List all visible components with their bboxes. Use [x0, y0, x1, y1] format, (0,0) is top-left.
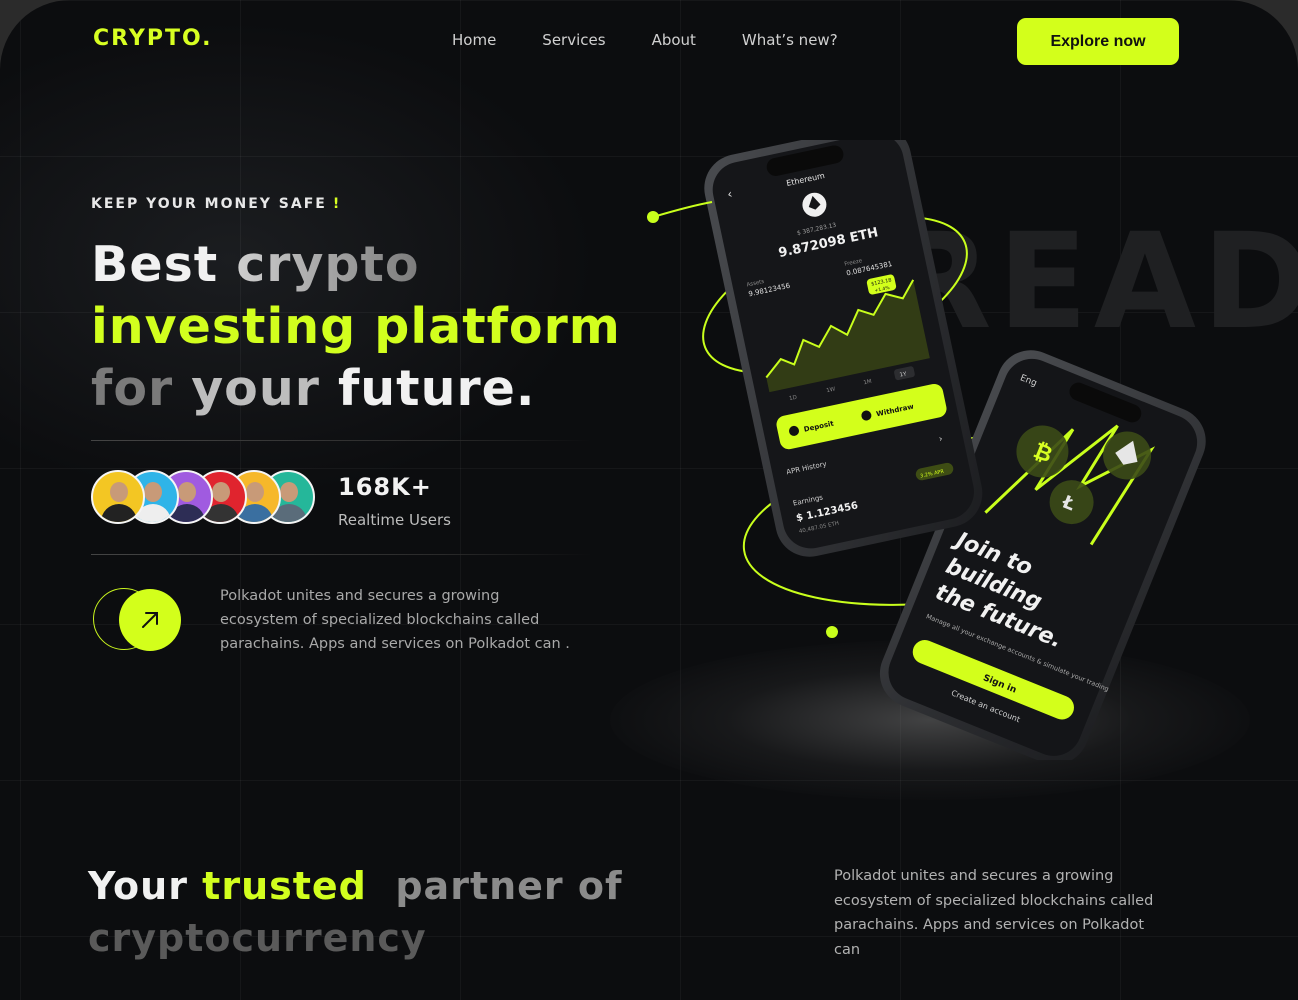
phones-illustration: Eng ₿ Ł Join to building the future. Man… [647, 140, 1206, 760]
nav-item-about[interactable]: About [652, 31, 696, 49]
user-avatars [91, 470, 315, 524]
avatar-body [101, 504, 137, 522]
hero-line-1: Best crypto [91, 234, 621, 296]
hero-line-3: for your future. [91, 358, 621, 420]
hero-word-crypto: crypto [236, 236, 420, 293]
section2-description: Polkadot unites and secures a growing ec… [834, 868, 1154, 958]
hero-eyebrow: KEEP YOUR MONEY SAFE! [91, 196, 341, 212]
avatar-head [280, 482, 298, 502]
avatar-head [144, 482, 162, 502]
exclamation-mark: ! [332, 196, 342, 212]
divider-bottom [91, 554, 591, 555]
nav-item-services[interactable]: Services [542, 31, 605, 49]
eyebrow-text: KEEP YOUR MONEY SAFE [91, 196, 327, 212]
nav-item-whats-new[interactable]: What’s new? [742, 31, 838, 49]
phone-wallet: ‹ Ethereum $ 387,283.13 9.872098 ETH Ass… [704, 140, 983, 557]
hero-word-your: your [191, 360, 320, 417]
users-count: 168K+ [338, 473, 432, 501]
hero-description: Polkadot unites and secures a growing ec… [220, 588, 570, 652]
landing-page: READ CRYPTO. Home Services About What’s … [0, 0, 1298, 1000]
divider-top [91, 440, 591, 441]
orbit-dot-bottom [826, 626, 838, 638]
nav-item-home[interactable]: Home [452, 31, 496, 49]
arrow-button[interactable] [119, 589, 181, 651]
section2-word-your: Your [88, 864, 188, 908]
users-label: Realtime Users [338, 511, 451, 529]
hero-word-for: for [91, 360, 174, 417]
arrow-up-right-icon [142, 612, 158, 628]
avatar-head [212, 482, 230, 502]
avatar [91, 470, 145, 524]
section2-word-trusted: trusted [202, 864, 367, 908]
hero-word-future: future. [337, 360, 536, 417]
section2-word-partner: partner of [395, 864, 623, 908]
hero-title: Best crypto investing platform for your … [91, 234, 621, 420]
main-nav: Home Services About What’s new? [452, 31, 838, 49]
hero-word-best: Best [91, 236, 219, 293]
section2-title-line-1: Your trusted partner of [88, 860, 623, 912]
section2-title: Your trusted partner of cryptocurrency [88, 860, 623, 964]
explore-now-button[interactable]: Explore now [1017, 18, 1179, 65]
avatar-head [110, 482, 128, 502]
avatar-head [178, 482, 196, 502]
avatar-head [246, 482, 264, 502]
brand-logo[interactable]: CRYPTO. [93, 26, 213, 51]
hero-line-2: investing platform [91, 298, 621, 355]
section2-title-line-2: cryptocurrency [88, 916, 427, 960]
